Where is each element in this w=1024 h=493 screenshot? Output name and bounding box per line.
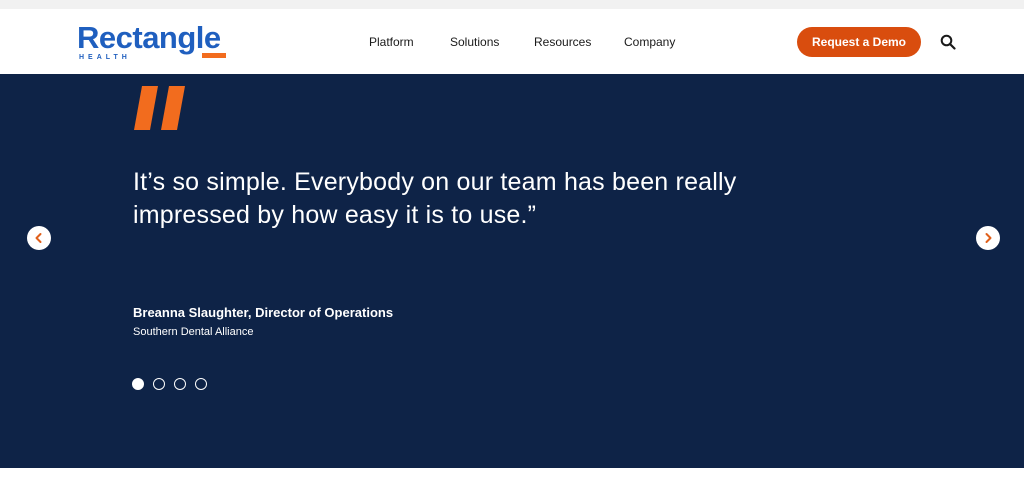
carousel-next-button[interactable]	[976, 226, 1000, 250]
testimonial-quote: It’s so simple. Everybody on our team ha…	[133, 168, 737, 229]
site-header: Rectangle HEALTH Platform Solutions Reso…	[0, 9, 1024, 74]
carousel-dot[interactable]	[174, 378, 186, 390]
logo-wordmark: Rectangle	[77, 20, 221, 55]
testimonial-section: It’s so simple. Everybody on our team ha…	[0, 74, 1024, 468]
nav-company[interactable]: Company	[624, 35, 675, 49]
logo-accent-bar	[202, 53, 226, 58]
search-icon[interactable]	[940, 34, 956, 50]
logo-subtitle: HEALTH	[79, 54, 131, 61]
testimonial-author: Breanna Slaughter, Director of Operation…	[133, 305, 394, 320]
request-demo-button[interactable]: Request a Demo	[797, 27, 921, 57]
chevron-left-icon	[35, 233, 42, 243]
top-utility-strip	[0, 0, 1024, 9]
carousel-dot[interactable]	[195, 378, 207, 390]
page-footer-area	[0, 468, 1024, 493]
carousel-dot[interactable]	[153, 378, 165, 390]
carousel-prev-button[interactable]	[27, 226, 51, 250]
nav-platform[interactable]: Platform	[369, 35, 414, 49]
carousel-dot[interactable]	[132, 378, 144, 390]
rectangle-health-logo[interactable]: Rectangle HEALTH	[77, 21, 229, 65]
quote-mark-icon	[134, 86, 190, 130]
nav-solutions[interactable]: Solutions	[450, 35, 499, 49]
chevron-right-icon	[985, 233, 992, 243]
nav-resources[interactable]: Resources	[534, 35, 591, 49]
testimonial-organization: Southern Dental Alliance	[133, 326, 254, 338]
